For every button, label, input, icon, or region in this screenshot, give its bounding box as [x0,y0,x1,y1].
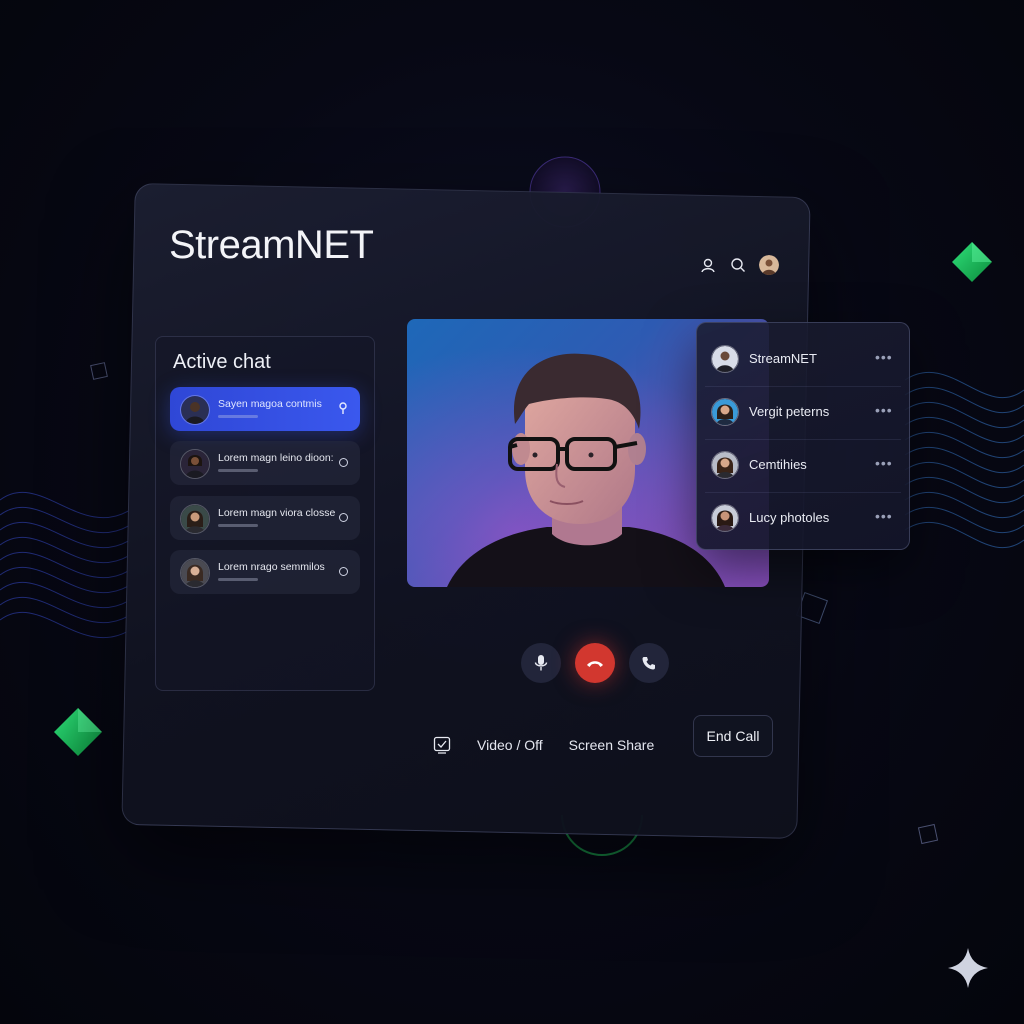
status-ring-icon [339,513,348,522]
search-icon[interactable] [729,256,747,274]
video-toggle-button[interactable]: Video / Off [477,737,543,753]
active-chat-panel: Active chat Sayen magoa contmis Lorem ma… [155,336,375,691]
chat-item-preview-bar [218,415,258,418]
contact-item-3[interactable]: Cemtihies ••• [697,441,909,493]
contact-name: Cemtihies [749,457,807,472]
chat-item-text: Lorem nrago semmilos [218,561,325,573]
chat-item-2[interactable]: Lorem magn leino dioon: [170,441,360,485]
phone-icon [642,657,655,670]
header-actions [699,255,779,275]
contact-avatar [711,504,739,532]
call-controls [521,643,669,683]
chat-avatar [180,558,210,588]
chat-item-preview-bar [218,524,258,527]
call-options-bar: Video / Off Screen Share [433,736,654,754]
profile-avatar[interactable] [759,255,779,275]
contact-item-4[interactable]: Lucy photoles ••• [697,494,909,546]
chat-item-3[interactable]: Lorem magn viora closse [170,496,360,540]
screen-share-button[interactable]: Screen Share [569,737,655,753]
user-icon[interactable] [699,256,717,274]
contact-item-1[interactable]: StreamNET ••• [697,335,909,387]
contact-item-2[interactable]: Vergit peterns ••• [697,388,909,440]
chat-item-preview-bar [218,578,258,581]
contact-avatar [711,345,739,373]
hang-up-button[interactable] [575,643,615,683]
pin-icon[interactable] [338,402,348,421]
end-call-button[interactable]: End Call [693,715,773,757]
chat-avatar [180,504,210,534]
chat-avatar [180,395,210,425]
more-options-icon[interactable]: ••• [875,508,893,524]
video-toggle-icon[interactable] [433,736,451,754]
hang-up-icon [587,661,603,667]
contact-name: StreamNET [749,351,817,366]
more-options-icon[interactable]: ••• [875,349,893,365]
contacts-panel: StreamNET ••• Vergit peterns ••• Cemtihi… [696,322,910,550]
microphone-button[interactable] [521,643,561,683]
contact-avatar [711,451,739,479]
chat-avatar [180,449,210,479]
status-ring-icon [339,567,348,576]
contact-name: Lucy photoles [749,510,830,525]
chat-item-1[interactable]: Sayen magoa contmis [170,387,360,431]
call-button[interactable] [629,643,669,683]
app-title: StreamNET [169,223,374,267]
status-ring-icon [339,458,348,467]
chat-item-text: Lorem magn viora closse [218,507,336,519]
divider [705,386,901,387]
contact-avatar [711,398,739,426]
contact-name: Vergit peterns [749,404,830,419]
chat-item-text: Sayen magoa contmis [218,398,322,410]
chat-item-4[interactable]: Lorem nrago semmilos [170,550,360,594]
divider [705,492,901,493]
chat-item-preview-bar [218,469,258,472]
divider [705,439,901,440]
chat-panel-title: Active chat [173,351,271,373]
microphone-icon [534,655,548,671]
stage: StreamNET Active chat Sayen magoa contmi… [0,0,1024,1024]
chat-item-text: Lorem magn leino dioon: [218,452,334,464]
more-options-icon[interactable]: ••• [875,455,893,471]
more-options-icon[interactable]: ••• [875,402,893,418]
